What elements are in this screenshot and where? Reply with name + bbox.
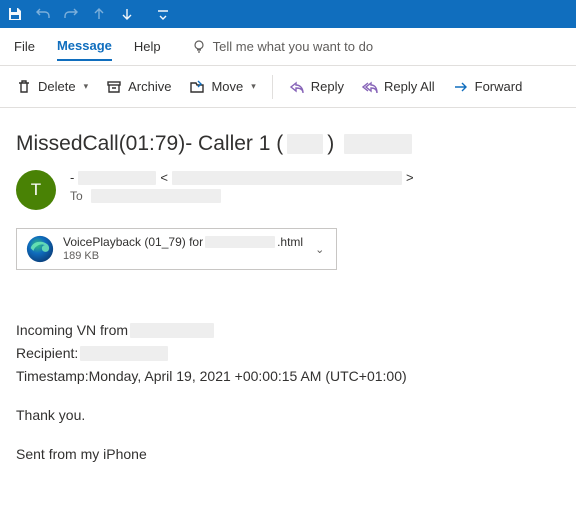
sender-row: T - < > To (16, 170, 560, 210)
forward-button[interactable]: Forward (447, 75, 529, 99)
message-content: MissedCall(01:79)- Caller 1 ( ) T - < > … (0, 108, 576, 465)
reply-all-label: Reply All (384, 79, 435, 94)
archive-label: Archive (128, 79, 171, 94)
redacted-text (78, 171, 156, 185)
customize-qat-icon[interactable] (154, 5, 172, 23)
tell-me-label: Tell me what you want to do (213, 39, 373, 54)
redacted-text (287, 134, 323, 154)
chevron-down-icon: ▾ (84, 81, 89, 92)
archive-button[interactable]: Archive (100, 75, 177, 99)
attachment[interactable]: VoicePlayback (01_79) for .html 189 KB ⌄ (16, 228, 337, 270)
menu-bar: File Message Help Tell me what you want … (0, 28, 576, 66)
redacted-text (80, 346, 168, 361)
avatar: T (16, 170, 56, 210)
redacted-text (205, 236, 275, 248)
forward-label: Forward (475, 79, 523, 94)
sender-from-line: - < > (70, 170, 414, 185)
redacted-text (91, 189, 221, 203)
delete-label: Delete (38, 79, 76, 94)
attachment-meta: VoicePlayback (01_79) for .html 189 KB (63, 235, 303, 263)
avatar-initial: T (31, 180, 41, 200)
menu-help[interactable]: Help (134, 33, 161, 60)
attachment-size: 189 KB (63, 250, 303, 263)
redo-icon[interactable] (62, 5, 80, 23)
reply-button[interactable]: Reply (283, 75, 350, 99)
gt: > (406, 170, 414, 185)
redacted-text (344, 134, 412, 154)
undo-icon[interactable] (34, 5, 52, 23)
menu-file[interactable]: File (14, 33, 35, 60)
body-thanks: Thank you. (16, 405, 560, 426)
body-line-2: Recipient: (16, 343, 560, 364)
menu-message[interactable]: Message (57, 32, 112, 61)
sender-info: - < > To (70, 170, 414, 203)
to-label: To (70, 189, 83, 203)
separator (272, 75, 273, 99)
reply-label: Reply (311, 79, 344, 94)
body-line-1: Incoming VN from (16, 320, 560, 341)
chevron-down-icon[interactable]: ⌄ (311, 239, 328, 260)
message-subject: MissedCall(01:79)- Caller 1 ( ) (16, 132, 560, 156)
attachment-name: VoicePlayback (01_79) for .html (63, 235, 303, 249)
subject-prefix: MissedCall(01:79)- Caller 1 ( (16, 132, 283, 156)
email-body: Incoming VN from Recipient: Timestamp:Mo… (16, 320, 560, 465)
reply-all-button[interactable]: Reply All (356, 75, 441, 99)
delete-button[interactable]: Delete ▾ (10, 75, 94, 99)
save-icon[interactable] (6, 5, 24, 23)
chevron-down-icon: ▾ (251, 81, 256, 92)
sender-to-line: To (70, 189, 414, 203)
move-button[interactable]: Move ▾ (183, 75, 261, 99)
redacted-text (130, 323, 214, 338)
move-label: Move (211, 79, 243, 94)
down-arrow-icon[interactable] (118, 5, 136, 23)
tell-me-search[interactable]: Tell me what you want to do (191, 39, 373, 55)
up-arrow-icon[interactable] (90, 5, 108, 23)
redacted-text (172, 171, 402, 185)
dash: - (70, 170, 74, 185)
subject-suffix: ) (327, 132, 334, 156)
body-line-3: Timestamp:Monday, April 19, 2021 +00:00:… (16, 366, 560, 387)
ribbon-toolbar: Delete ▾ Archive Move ▾ Reply Reply All … (0, 66, 576, 108)
body-signature: Sent from my iPhone (16, 444, 560, 465)
edge-browser-icon (25, 234, 55, 264)
lt: < (160, 170, 168, 185)
quick-access-toolbar (0, 0, 576, 28)
